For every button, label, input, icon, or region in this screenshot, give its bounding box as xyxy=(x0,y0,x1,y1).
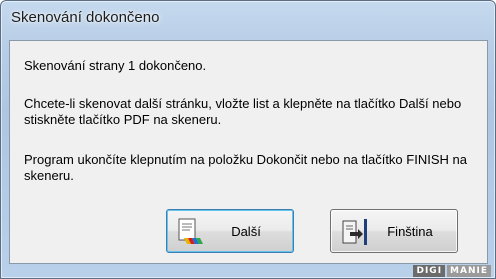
next-button[interactable]: Další xyxy=(166,209,294,253)
instruction-next-line1: Chcete-li skenovat další stránku, vložte… xyxy=(24,96,462,111)
dialog-title: Skenování dokončeno xyxy=(11,9,160,26)
instruction-finish-line1: Program ukončíte klepnutím na položku Do… xyxy=(24,152,467,167)
title-bar[interactable]: Skenování dokončeno xyxy=(1,1,495,33)
scan-next-page-icon xyxy=(175,216,207,248)
finish-button[interactable]: Finština xyxy=(330,209,458,253)
scan-status-text: Skenování strany 1 dokončeno. xyxy=(24,58,207,73)
dialog-content: Skenování strany 1 dokončeno. Chcete-li … xyxy=(9,40,488,264)
scan-complete-dialog: Skenování dokončeno Skenování strany 1 d… xyxy=(0,0,496,279)
watermark-logo: DIGI MANIE xyxy=(413,265,491,277)
exit-door-icon xyxy=(339,216,371,248)
instruction-finish-line2: skeneru. xyxy=(24,168,74,183)
finish-button-label: Finština xyxy=(387,224,433,239)
next-button-label: Další xyxy=(231,224,261,239)
instruction-next-line2: stiskněte tlačítko PDF na skeneru. xyxy=(24,112,222,127)
